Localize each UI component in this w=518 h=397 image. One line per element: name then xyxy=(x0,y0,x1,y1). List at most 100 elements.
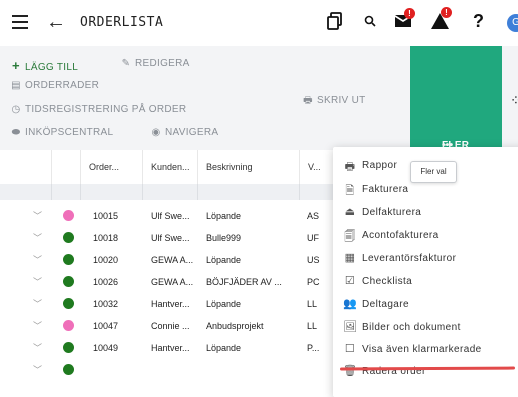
cell-description: Anbudsprojekt xyxy=(206,321,264,331)
hamburger-menu-icon[interactable] xyxy=(12,15,28,29)
column-header-customer[interactable]: Kunden... xyxy=(143,150,198,184)
print-label: SKRIV UT xyxy=(317,95,366,106)
cell-v: UF xyxy=(307,233,319,243)
expand-chevron-icon[interactable]: ﹀ xyxy=(33,271,42,293)
cell-description: BÖJFJÄDER AV ... xyxy=(206,277,282,287)
alert-icon[interactable]: ! xyxy=(431,7,452,34)
cell-description: Löpande xyxy=(206,343,242,353)
filter-customer-input[interactable] xyxy=(143,184,198,200)
top-bar: ← ORDERLISTA ! ! ? G xyxy=(0,0,518,47)
status-dot xyxy=(63,364,74,375)
cell-customer: GEWA A... xyxy=(151,255,194,265)
cell-customer: Ulf Swe... xyxy=(151,211,190,221)
status-dot xyxy=(63,276,74,287)
cell-customer: Ulf Swe... xyxy=(151,233,190,243)
navigate-label: NAVIGERA xyxy=(165,127,219,138)
edit-label: REDIGERA xyxy=(135,58,190,69)
cell-v: PC xyxy=(307,277,320,287)
header-status-col xyxy=(52,150,81,184)
column-header-order[interactable]: Order... xyxy=(81,150,143,184)
clipboard-icon: ▤ xyxy=(11,80,21,91)
cell-v: AS xyxy=(307,211,320,221)
expand-chevron-icon[interactable]: ﹀ xyxy=(33,337,42,359)
orderrows-label: ORDERRADER xyxy=(25,80,100,91)
cell-order: 10032 xyxy=(93,299,119,309)
cell-customer: Hantver... xyxy=(151,299,190,309)
clock-icon: ◷ xyxy=(11,104,21,115)
navigate-icon: ◉ xyxy=(151,127,161,138)
edit-button[interactable]: ✎ REDIGERA xyxy=(120,58,190,69)
print-button[interactable]: 🖶 SKRIV UT xyxy=(302,93,366,110)
cell-v: US xyxy=(307,255,320,265)
menu-item-label: Bilder och dokument xyxy=(362,322,461,333)
search-icon[interactable] xyxy=(364,14,376,32)
cell-order: 10047 xyxy=(93,321,119,331)
more-options-menu: 🖶 Rappor 🗎 Fakturera ⏏ Delfakturera 🗐 Ac… xyxy=(333,147,518,397)
alert-badge: ! xyxy=(441,7,452,18)
copy-icon[interactable] xyxy=(327,12,343,35)
menu-item-label: Rappor xyxy=(362,160,398,171)
invoice-icon: 🗎 xyxy=(345,185,355,197)
menu-item-delete-order[interactable]: 🗑 Radera order xyxy=(333,361,518,383)
time-registration-button[interactable]: ◷ TIDSREGISTRERING PÅ ORDER xyxy=(10,104,186,115)
expand-chevron-icon[interactable]: ﹀ xyxy=(33,315,42,337)
filter-cell xyxy=(52,184,81,200)
filter-description-input[interactable] xyxy=(198,184,300,200)
cell-v: P... xyxy=(307,343,320,353)
cell-order: 10020 xyxy=(93,255,119,265)
pencil-icon: ✎ xyxy=(121,58,131,69)
overflow-icon[interactable]: ⁘ xyxy=(510,92,518,108)
menu-item-aconto-invoice[interactable]: 🗐 Acontofakturera xyxy=(333,225,518,247)
participants-icon: 👥 xyxy=(343,298,358,310)
menu-item-participants[interactable]: 👥 Deltagare xyxy=(333,294,518,316)
status-dot xyxy=(63,320,74,331)
print-icon: 🖶 xyxy=(344,161,356,173)
back-arrow-icon[interactable]: ← xyxy=(46,10,66,34)
expand-chevron-icon[interactable]: ﹀ xyxy=(33,359,42,381)
plus-icon: + xyxy=(12,58,20,73)
menu-item-label: Fakturera xyxy=(362,184,409,195)
orderrows-button[interactable]: ▤ ORDERRADER xyxy=(10,80,99,91)
menu-item-partial-invoice[interactable]: ⏏ Delfakturera xyxy=(333,202,518,224)
navigate-button[interactable]: ◉ NAVIGERA xyxy=(150,127,218,138)
menu-item-checklist[interactable]: ☑ Checklista xyxy=(333,271,518,293)
cell-description: Bulle999 xyxy=(206,233,242,243)
expand-chevron-icon[interactable]: ﹀ xyxy=(33,205,42,227)
cell-v: LL xyxy=(307,321,318,331)
expand-chevron-icon[interactable]: ﹀ xyxy=(33,293,42,315)
purchase-center-button[interactable]: ⬬ INKÖPSCENTRAL xyxy=(10,127,113,138)
tag-icon: ⬬ xyxy=(11,127,21,138)
menu-item-supplier-invoices[interactable]: ▦ Leverantörsfakturor xyxy=(333,248,518,270)
partial-invoice-icon: ⏏ xyxy=(344,206,356,218)
add-button[interactable]: + LÄGG TILL xyxy=(10,58,78,73)
menu-item-show-completed[interactable]: ☐ Visa även klarmarkerade xyxy=(333,339,518,361)
checklist-icon: ☑ xyxy=(344,275,356,287)
expand-chevron-icon[interactable]: ﹀ xyxy=(33,249,42,271)
header-expand-col xyxy=(0,150,52,184)
column-header-description[interactable]: Beskrivning xyxy=(198,150,300,184)
avatar[interactable]: G xyxy=(507,14,518,32)
cell-customer: Hantver... xyxy=(151,343,190,353)
cell-order: 10026 xyxy=(93,277,119,287)
menu-item-images-documents[interactable]: 🖼 Bilder och dokument xyxy=(333,317,518,339)
menu-item-label: Acontofakturera xyxy=(362,230,439,241)
menu-item-label: Checklista xyxy=(362,276,413,287)
menu-item-label: Visa även klarmarkerade xyxy=(362,344,482,355)
purchase-center-label: INKÖPSCENTRAL xyxy=(25,127,114,138)
more-options-button[interactable]: ••• FLER VAL xyxy=(410,46,502,162)
status-dot xyxy=(63,232,74,243)
status-dot xyxy=(63,210,74,221)
mail-icon[interactable]: ! xyxy=(394,8,415,33)
help-icon[interactable]: ? xyxy=(473,11,484,32)
cell-customer: GEWA A... xyxy=(151,277,194,287)
supplier-invoices-icon: ▦ xyxy=(344,252,356,264)
page-title: ORDERLISTA xyxy=(80,15,164,30)
printer-icon: 🖶 xyxy=(303,95,313,106)
menu-item-label: Delfakturera xyxy=(362,207,422,218)
expand-chevron-icon[interactable]: ﹀ xyxy=(33,227,42,249)
cell-description: Löpande xyxy=(206,211,242,221)
cell-description: Löpande xyxy=(206,255,242,265)
cell-order: 10015 xyxy=(93,211,119,221)
filter-order-input[interactable] xyxy=(81,184,143,200)
cell-order: 10018 xyxy=(93,233,119,243)
